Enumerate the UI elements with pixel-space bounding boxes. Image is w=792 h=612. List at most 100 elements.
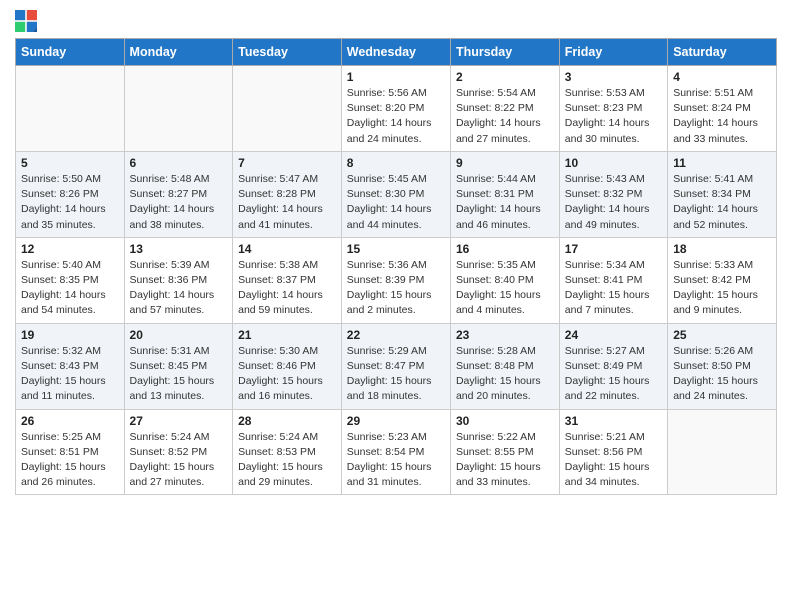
day-info: Sunrise: 5:43 AMSunset: 8:32 PMDaylight:… <box>565 172 662 233</box>
day-info: Sunrise: 5:35 AMSunset: 8:40 PMDaylight:… <box>456 258 554 319</box>
weekday-header-friday: Friday <box>559 39 667 66</box>
day-info: Sunrise: 5:30 AMSunset: 8:46 PMDaylight:… <box>238 344 336 405</box>
day-cell: 28 Sunrise: 5:24 AMSunset: 8:53 PMDayligh… <box>233 409 342 495</box>
weekday-header-sunday: Sunday <box>16 39 125 66</box>
day-cell: 4Sunrise: 5:51 AMSunset: 8:24 PMDaylight… <box>668 66 777 152</box>
logo <box>15 10 39 32</box>
day-cell <box>16 66 125 152</box>
day-info: Sunrise: 5:31 AMSunset: 8:45 PMDaylight:… <box>130 344 228 405</box>
day-number: 30 <box>456 414 554 428</box>
day-info: Sunrise: 5:39 AMSunset: 8:36 PMDaylight:… <box>130 258 228 319</box>
day-number: 28 <box>238 414 336 428</box>
day-number: 11 <box>673 156 771 170</box>
weekday-header-tuesday: Tuesday <box>233 39 342 66</box>
day-number: 8 <box>347 156 445 170</box>
day-number: 7 <box>238 156 336 170</box>
day-cell: 31Sunrise: 5:21 AMSunset: 8:56 PMDayligh… <box>559 409 667 495</box>
day-cell: 20 Sunrise: 5:31 AMSunset: 8:45 PMDayligh… <box>124 323 233 409</box>
day-cell: 23 Sunrise: 5:28 AMSunset: 8:48 PMDayligh… <box>450 323 559 409</box>
day-info: Sunrise: 5:27 AMSunset: 8:49 PMDaylight:… <box>565 344 662 405</box>
page-header <box>15 10 777 32</box>
day-cell: 5 Sunrise: 5:50 AMSunset: 8:26 PMDaylight… <box>16 151 125 237</box>
day-number: 4 <box>673 70 771 84</box>
day-info: Sunrise: 5:24 AMSunset: 8:53 PMDaylight:… <box>238 430 336 491</box>
day-info: Sunrise: 5:32 AMSunset: 8:43 PMDaylight:… <box>21 344 119 405</box>
day-info: Sunrise: 5:21 AMSunset: 8:56 PMDaylight:… <box>565 430 662 491</box>
day-number: 2 <box>456 70 554 84</box>
day-number: 22 <box>347 328 445 342</box>
day-cell: 2 Sunrise: 5:54 AMSunset: 8:22 PMDaylight… <box>450 66 559 152</box>
day-info: Sunrise: 5:53 AMSunset: 8:23 PMDaylight:… <box>565 86 662 147</box>
day-cell: 13 Sunrise: 5:39 AMSunset: 8:36 PMDayligh… <box>124 237 233 323</box>
day-cell: 3 Sunrise: 5:53 AMSunset: 8:23 PMDaylight… <box>559 66 667 152</box>
week-row-2: 5 Sunrise: 5:50 AMSunset: 8:26 PMDaylight… <box>16 151 777 237</box>
day-info: Sunrise: 5:44 AMSunset: 8:31 PMDaylight:… <box>456 172 554 233</box>
day-cell: 12 Sunrise: 5:40 AMSunset: 8:35 PMDayligh… <box>16 237 125 323</box>
day-cell: 21Sunrise: 5:30 AMSunset: 8:46 PMDayligh… <box>233 323 342 409</box>
day-number: 16 <box>456 242 554 256</box>
day-number: 1 <box>347 70 445 84</box>
day-cell: 9Sunrise: 5:44 AMSunset: 8:31 PMDaylight… <box>450 151 559 237</box>
day-info: Sunrise: 5:29 AMSunset: 8:47 PMDaylight:… <box>347 344 445 405</box>
calendar-table: SundayMondayTuesdayWednesdayThursdayFrid… <box>15 38 777 495</box>
day-cell: 10 Sunrise: 5:43 AMSunset: 8:32 PMDayligh… <box>559 151 667 237</box>
weekday-header-wednesday: Wednesday <box>341 39 450 66</box>
day-info: Sunrise: 5:54 AMSunset: 8:22 PMDaylight:… <box>456 86 554 147</box>
day-cell: 17Sunrise: 5:34 AMSunset: 8:41 PMDayligh… <box>559 237 667 323</box>
week-row-3: 12 Sunrise: 5:40 AMSunset: 8:35 PMDayligh… <box>16 237 777 323</box>
day-cell: 6Sunrise: 5:48 AMSunset: 8:27 PMDaylight… <box>124 151 233 237</box>
day-number: 23 <box>456 328 554 342</box>
day-cell: 8Sunrise: 5:45 AMSunset: 8:30 PMDaylight… <box>341 151 450 237</box>
day-info: Sunrise: 5:50 AMSunset: 8:26 PMDaylight:… <box>21 172 119 233</box>
day-number: 24 <box>565 328 662 342</box>
day-cell <box>124 66 233 152</box>
day-info: Sunrise: 5:24 AMSunset: 8:52 PMDaylight:… <box>130 430 228 491</box>
day-info: Sunrise: 5:56 AMSunset: 8:20 PMDaylight:… <box>347 86 445 147</box>
day-number: 14 <box>238 242 336 256</box>
weekday-header-row: SundayMondayTuesdayWednesdayThursdayFrid… <box>16 39 777 66</box>
day-info: Sunrise: 5:38 AMSunset: 8:37 PMDaylight:… <box>238 258 336 319</box>
day-info: Sunrise: 5:26 AMSunset: 8:50 PMDaylight:… <box>673 344 771 405</box>
day-number: 20 <box>130 328 228 342</box>
day-info: Sunrise: 5:36 AMSunset: 8:39 PMDaylight:… <box>347 258 445 319</box>
day-info: Sunrise: 5:28 AMSunset: 8:48 PMDaylight:… <box>456 344 554 405</box>
day-cell: 1 Sunrise: 5:56 AMSunset: 8:20 PMDaylight… <box>341 66 450 152</box>
day-cell: 24 Sunrise: 5:27 AMSunset: 8:49 PMDayligh… <box>559 323 667 409</box>
day-number: 29 <box>347 414 445 428</box>
day-number: 10 <box>565 156 662 170</box>
day-number: 26 <box>21 414 119 428</box>
day-cell <box>233 66 342 152</box>
day-info: Sunrise: 5:22 AMSunset: 8:55 PMDaylight:… <box>456 430 554 491</box>
day-number: 27 <box>130 414 228 428</box>
day-info: Sunrise: 5:23 AMSunset: 8:54 PMDaylight:… <box>347 430 445 491</box>
day-number: 25 <box>673 328 771 342</box>
day-cell: 14 Sunrise: 5:38 AMSunset: 8:37 PMDayligh… <box>233 237 342 323</box>
week-row-4: 19 Sunrise: 5:32 AMSunset: 8:43 PMDayligh… <box>16 323 777 409</box>
day-cell: 19 Sunrise: 5:32 AMSunset: 8:43 PMDayligh… <box>16 323 125 409</box>
day-cell: 25 Sunrise: 5:26 AMSunset: 8:50 PMDayligh… <box>668 323 777 409</box>
day-number: 13 <box>130 242 228 256</box>
day-info: Sunrise: 5:41 AMSunset: 8:34 PMDaylight:… <box>673 172 771 233</box>
day-number: 5 <box>21 156 119 170</box>
day-info: Sunrise: 5:47 AMSunset: 8:28 PMDaylight:… <box>238 172 336 233</box>
day-cell: 30 Sunrise: 5:22 AMSunset: 8:55 PMDayligh… <box>450 409 559 495</box>
weekday-header-monday: Monday <box>124 39 233 66</box>
day-info: Sunrise: 5:34 AMSunset: 8:41 PMDaylight:… <box>565 258 662 319</box>
weekday-header-thursday: Thursday <box>450 39 559 66</box>
day-cell: 26Sunrise: 5:25 AMSunset: 8:51 PMDayligh… <box>16 409 125 495</box>
day-cell: 7 Sunrise: 5:47 AMSunset: 8:28 PMDaylight… <box>233 151 342 237</box>
day-cell <box>668 409 777 495</box>
day-cell: 16 Sunrise: 5:35 AMSunset: 8:40 PMDayligh… <box>450 237 559 323</box>
day-number: 12 <box>21 242 119 256</box>
day-number: 3 <box>565 70 662 84</box>
day-cell: 11 Sunrise: 5:41 AMSunset: 8:34 PMDayligh… <box>668 151 777 237</box>
day-cell: 15 Sunrise: 5:36 AMSunset: 8:39 PMDayligh… <box>341 237 450 323</box>
day-number: 6 <box>130 156 228 170</box>
day-cell: 22 Sunrise: 5:29 AMSunset: 8:47 PMDayligh… <box>341 323 450 409</box>
day-cell: 29 Sunrise: 5:23 AMSunset: 8:54 PMDayligh… <box>341 409 450 495</box>
day-info: Sunrise: 5:40 AMSunset: 8:35 PMDaylight:… <box>21 258 119 319</box>
logo-icon <box>15 10 37 32</box>
week-row-1: 1 Sunrise: 5:56 AMSunset: 8:20 PMDaylight… <box>16 66 777 152</box>
day-number: 19 <box>21 328 119 342</box>
day-number: 15 <box>347 242 445 256</box>
